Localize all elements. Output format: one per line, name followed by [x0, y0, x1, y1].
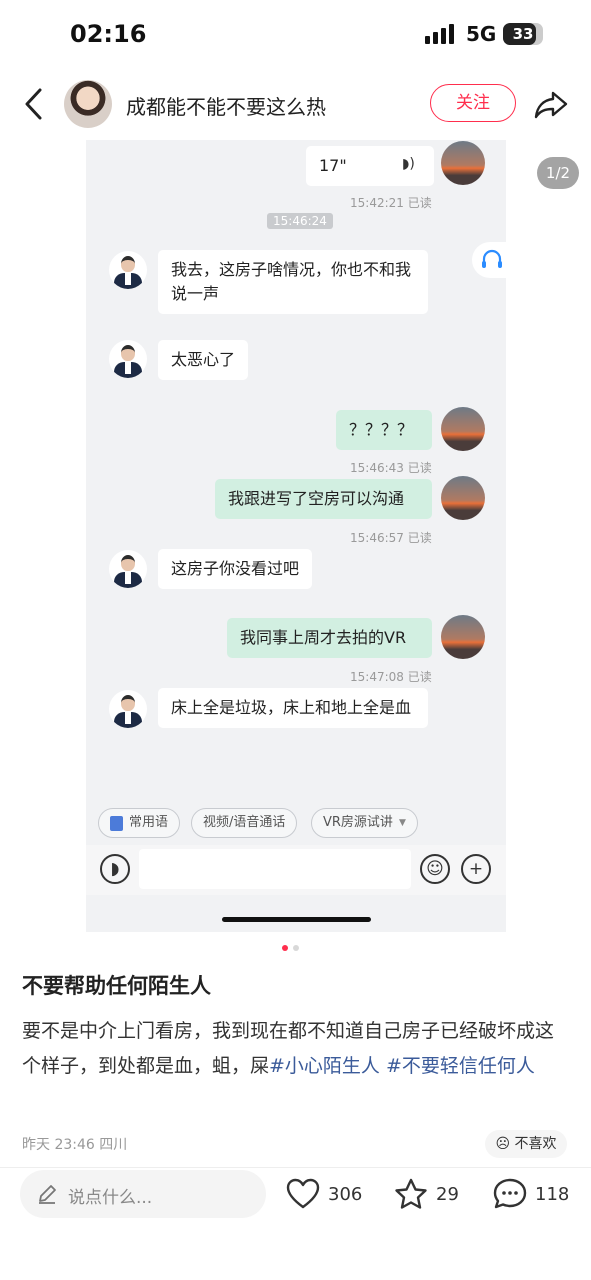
center-timestamp: 15:46:24 [267, 213, 333, 229]
heart-icon [286, 1178, 320, 1209]
emoji-icon: ☺ [420, 854, 450, 884]
read-timestamp: 15:46:57 已读 [350, 531, 432, 545]
home-indicator [222, 917, 371, 922]
chat-avatar-agent [109, 690, 147, 728]
comment-input[interactable]: 说点什么... [20, 1170, 266, 1218]
collect-count: 29 [436, 1183, 459, 1205]
post-body: 要不是中介上门看房，我到现在都不知道自己房子已经破坏成这个样子，到处都是血，蛆，… [22, 1014, 567, 1084]
chevron-down-icon: ▼ [398, 818, 406, 828]
like-count: 306 [328, 1183, 363, 1205]
chat-avatar-agent [109, 251, 147, 289]
star-icon [395, 1178, 427, 1209]
voice-input-icon: ◗ [100, 854, 130, 884]
comment-bubble-icon [493, 1178, 527, 1209]
follow-button[interactable]: 关注 [430, 84, 516, 122]
chat-message-incoming: 床上全是垃圾，床上和地上全是血 [158, 688, 428, 728]
author-avatar[interactable] [64, 80, 112, 128]
back-arrow-icon[interactable] [18, 86, 50, 122]
chat-avatar-agent [109, 340, 147, 378]
share-icon[interactable] [533, 86, 569, 122]
signal-icon [425, 24, 454, 44]
note-header: 成都能不能不要这么热 关注 [0, 74, 591, 134]
chat-message-incoming: 这房子你没看过吧 [158, 549, 313, 589]
chat-input-box [139, 849, 411, 889]
hashtag-link[interactable]: #不要轻信任何人 [386, 1055, 535, 1077]
chat-message-outgoing: 我同事上周才去拍的VR [227, 618, 432, 658]
battery-icon: 33 [503, 23, 543, 45]
pen-icon [39, 1185, 56, 1204]
chat-avatar-self [441, 141, 485, 185]
status-bar: 02:16 5G 33 [0, 0, 591, 70]
clock: 02:16 [70, 20, 147, 48]
plus-icon: + [461, 854, 491, 884]
customer-service-icon[interactable] [472, 242, 506, 278]
image-page-indicator: 1/2 [537, 157, 579, 189]
divider [0, 1167, 591, 1168]
chat-avatar-self [441, 476, 485, 520]
hashtag-link[interactable]: #小心陌生人 [269, 1055, 380, 1077]
sad-face-icon: ☹ [495, 1136, 511, 1152]
image-carousel-dots [282, 945, 299, 951]
collect-button[interactable]: 29 [394, 1178, 459, 1210]
quick-reply-vr: VR房源试讲 ▼ [311, 808, 418, 838]
chat-message-incoming: 我去，这房子啥情况，你也不和我说一声 [158, 250, 428, 314]
post-title: 不要帮助任何陌生人 [22, 974, 211, 998]
comment-button[interactable]: 118 [493, 1178, 569, 1210]
quick-reply-common-phrases: 常用语 [98, 808, 181, 838]
chat-avatar-self [441, 615, 485, 659]
battery-level: 33 [512, 25, 534, 43]
author-name[interactable]: 成都能不能不要这么热 [126, 91, 326, 120]
voice-wave-icon: ◗) [402, 156, 415, 172]
like-button[interactable]: 306 [286, 1178, 362, 1210]
chat-message-outgoing: 我跟进写了空房可以沟通 [215, 479, 432, 519]
read-timestamp: 15:47:08 已读 [350, 670, 432, 684]
read-timestamp: 15:46:43 已读 [350, 461, 432, 475]
network-type: 5G [466, 22, 497, 46]
read-timestamp: 15:42:21 已读 [350, 196, 432, 210]
chat-message-outgoing: ？？？？ [336, 410, 432, 450]
document-icon [110, 815, 123, 831]
post-meta: 昨天 23:46 四川 [22, 1137, 128, 1153]
chat-message-incoming: 太恶心了 [158, 340, 249, 380]
chat-avatar-self [441, 407, 485, 451]
dislike-button[interactable]: ☹ 不喜欢 [485, 1130, 567, 1158]
comment-count: 118 [535, 1183, 570, 1205]
quick-reply-call: 视频/语音通话 [191, 808, 298, 838]
chat-avatar-agent [109, 550, 147, 588]
